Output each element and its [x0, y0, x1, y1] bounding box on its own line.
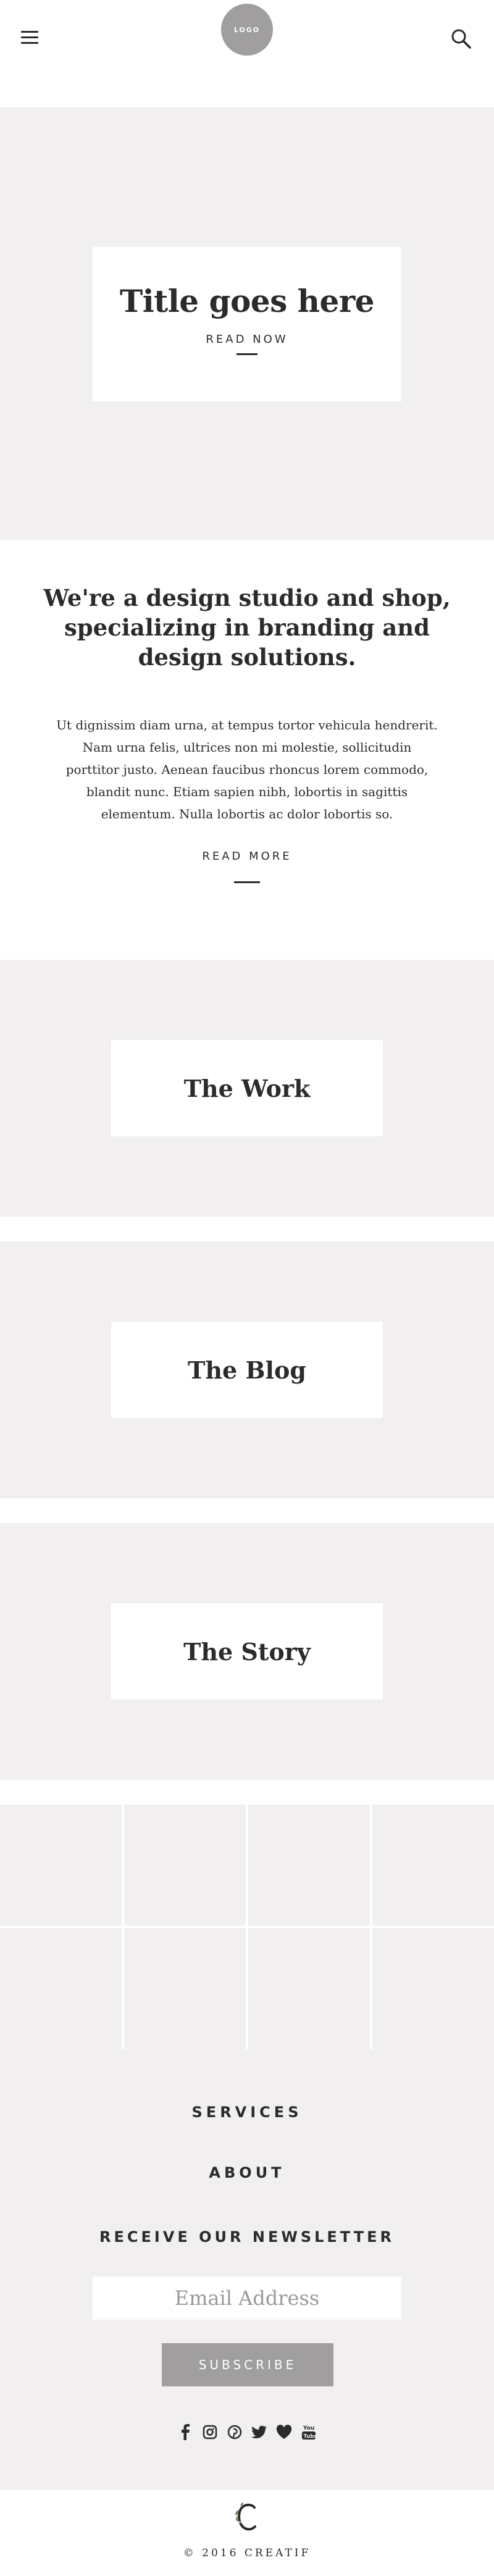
services-link[interactable]: SERVICES — [0, 2104, 494, 2121]
grid-tile[interactable] — [248, 1805, 370, 1926]
read-now-underline — [237, 353, 257, 355]
youtube-icon[interactable]: You Tube — [301, 2423, 317, 2441]
grid-tile[interactable] — [372, 1805, 494, 1926]
intro-heading: We're a design studio and shop, speciali… — [43, 584, 451, 671]
hero-title: Title goes here — [119, 283, 375, 319]
bottom-bar: © 2016 CREATIF — [0, 2490, 494, 2576]
logo-text: LOGO — [233, 25, 261, 34]
hero-section: Title goes here READ NOW — [0, 107, 494, 540]
email-field[interactable] — [93, 2276, 401, 2320]
read-more-link[interactable]: READ MORE — [202, 850, 291, 863]
grid-tile[interactable] — [124, 1805, 246, 1926]
heart-icon[interactable] — [276, 2423, 292, 2441]
read-now-link[interactable]: READ NOW — [206, 333, 288, 346]
site-header: LOGO — [0, 0, 494, 72]
search-icon[interactable] — [451, 28, 472, 49]
about-link[interactable]: ABOUT — [0, 2164, 494, 2181]
grid-tile[interactable] — [124, 1928, 246, 2049]
read-more-underline — [234, 881, 260, 883]
the-story-card[interactable]: The Story — [111, 1603, 383, 1700]
grid-tile[interactable] — [0, 1928, 122, 2049]
the-work-card[interactable]: The Work — [111, 1040, 383, 1136]
copyright-text: © 2016 CREATIF — [183, 2547, 311, 2559]
twitter-icon[interactable] — [251, 2423, 267, 2441]
the-blog-card[interactable]: The Blog — [111, 1322, 383, 1418]
subscribe-button[interactable]: SUBSCRIBE — [162, 2343, 333, 2386]
svg-text:You: You — [303, 2425, 314, 2431]
the-story-title: The Story — [183, 1637, 311, 1666]
newsletter-label: RECEIVE OUR NEWSLETTER — [99, 2228, 395, 2246]
grid-tile[interactable] — [372, 1928, 494, 2049]
brand-monogram-icon — [232, 2501, 262, 2536]
section-story: The Story — [0, 1523, 494, 1780]
section-blog: The Blog — [0, 1241, 494, 1498]
facebook-icon[interactable] — [177, 2423, 193, 2441]
the-work-title: The Work — [183, 1074, 311, 1102]
grid-tile[interactable] — [0, 1805, 122, 1926]
instagram-icon[interactable] — [202, 2423, 218, 2441]
logo[interactable]: LOGO — [221, 4, 273, 56]
svg-text:Tube: Tube — [304, 2434, 317, 2440]
intro-section: We're a design studio and shop, speciali… — [0, 540, 494, 960]
grid-tile[interactable] — [248, 1928, 370, 2049]
section-work: The Work — [0, 960, 494, 1217]
pinterest-icon[interactable] — [227, 2423, 243, 2441]
image-grid — [0, 1805, 494, 2049]
the-blog-title: The Blog — [188, 1356, 306, 1384]
hero-card: Title goes here READ NOW — [93, 247, 401, 401]
intro-body: Ut dignissim diam urna, at tempus tortor… — [56, 718, 438, 821]
social-links: You Tube — [0, 2423, 494, 2441]
site-footer: SERVICES ABOUT RECEIVE OUR NEWSLETTER SU… — [0, 2049, 494, 2490]
menu-icon[interactable] — [21, 31, 38, 46]
